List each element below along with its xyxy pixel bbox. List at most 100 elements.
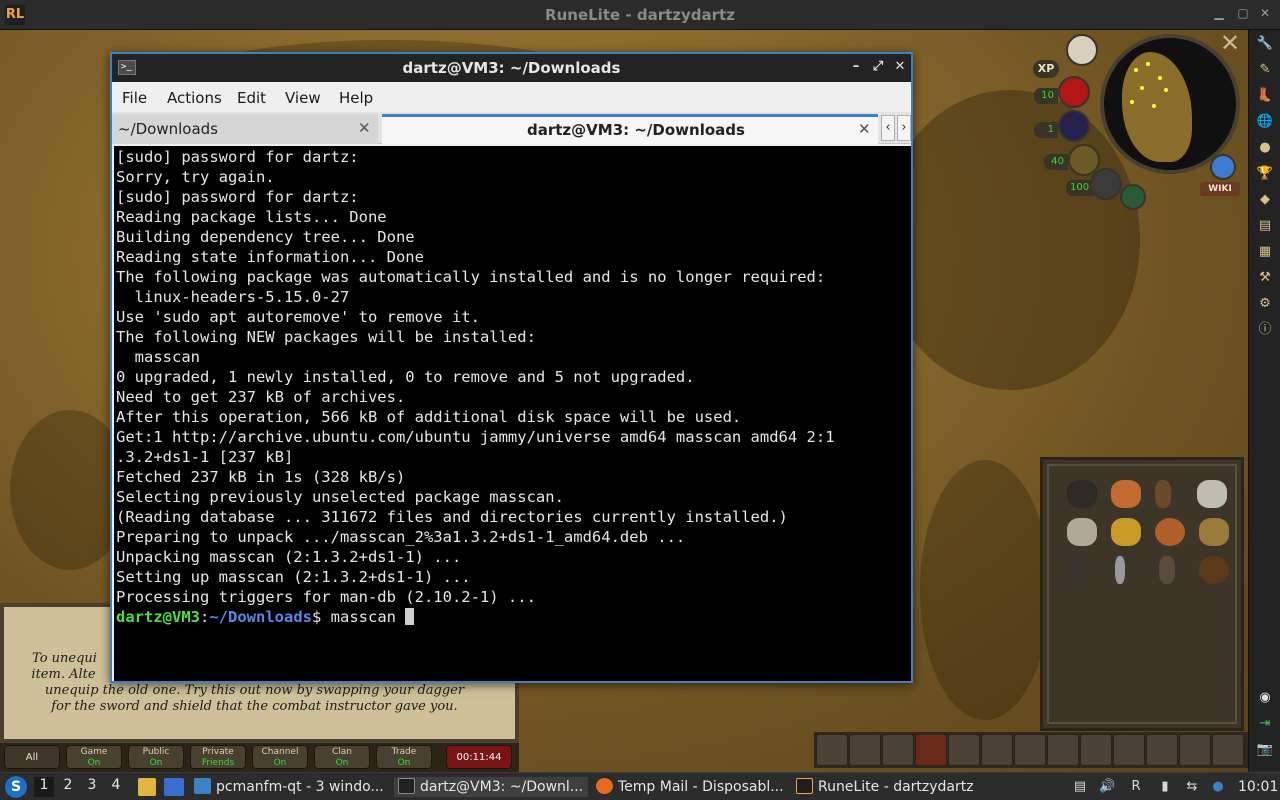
wrench-icon[interactable]: 🔧 bbox=[1255, 34, 1275, 54]
tab-scroll-left-icon[interactable]: ‹ bbox=[881, 115, 895, 141]
maximize-icon[interactable]: ▢ bbox=[1236, 6, 1250, 20]
menu-help[interactable]: Help bbox=[339, 89, 373, 107]
cookie-icon[interactable]: ● bbox=[1255, 138, 1275, 158]
clipboard-icon[interactable]: ▤ bbox=[1072, 779, 1088, 795]
workspace-4[interactable]: 4 bbox=[106, 777, 126, 797]
close-icon[interactable]: ✕ bbox=[1258, 6, 1272, 20]
discord-icon[interactable]: ◉ bbox=[1255, 688, 1275, 708]
camera-icon[interactable]: 📷 bbox=[1255, 740, 1275, 760]
tab-ignore[interactable] bbox=[1080, 734, 1112, 766]
inventory-panel bbox=[1040, 457, 1244, 731]
tab-empty[interactable] bbox=[816, 734, 848, 766]
tab-downloads[interactable]: ~/Downloads ✕ bbox=[112, 114, 378, 144]
workspace-3[interactable]: 3 bbox=[82, 777, 102, 797]
taskbar-task-firefox[interactable]: Temp Mail - Disposabl... bbox=[596, 777, 790, 797]
inventory-slot-axe[interactable] bbox=[1155, 480, 1171, 508]
close-icon[interactable]: ✕ bbox=[892, 58, 908, 76]
minimize-icon[interactable]: – bbox=[848, 58, 864, 76]
tab-scroll-right-icon[interactable]: › bbox=[897, 115, 911, 141]
inventory-slot-net[interactable] bbox=[1067, 480, 1097, 508]
tab-friends[interactable] bbox=[1047, 734, 1079, 766]
tab-emotes[interactable] bbox=[1179, 734, 1211, 766]
inventory-slot-shrimps[interactable] bbox=[1111, 480, 1141, 508]
workspace-1[interactable]: 1 bbox=[34, 777, 54, 797]
menu-file[interactable]: File bbox=[122, 89, 147, 107]
world-map-icon[interactable] bbox=[1210, 154, 1236, 180]
tab-stats[interactable] bbox=[849, 734, 881, 766]
taskbar-task-file-manager[interactable]: pcmanfm-qt - 3 windo... bbox=[194, 777, 388, 797]
taskbar-task-terminal[interactable]: dartz@VM3: ~/Downl... bbox=[394, 777, 588, 797]
hitpoints-orb[interactable] bbox=[1058, 76, 1090, 108]
chat-filter-game[interactable]: Game On bbox=[66, 745, 122, 769]
tab-close-icon[interactable]: ✕ bbox=[358, 119, 371, 137]
notes-launcher-icon[interactable] bbox=[138, 778, 156, 796]
terminal-titlebar[interactable]: >_ dartz@VM3: ~/Downloads – ⤢ ✕ bbox=[112, 54, 911, 82]
trophy-icon[interactable]: 🏆 bbox=[1255, 164, 1275, 184]
runelite-tray-icon[interactable]: R bbox=[1128, 779, 1144, 795]
info-icon[interactable]: ⓘ bbox=[1255, 320, 1275, 340]
minimap-terrain bbox=[1122, 52, 1192, 162]
chat-filter-clan[interactable]: Clan On bbox=[314, 745, 370, 769]
minimize-icon[interactable]: ▁ bbox=[1212, 6, 1226, 20]
chat-filter-private[interactable]: Private Friends bbox=[190, 745, 246, 769]
terminal-output[interactable]: [sudo] password for dartz: Sorry, try aga… bbox=[114, 146, 911, 681]
inventory-slot-hammer[interactable] bbox=[1159, 556, 1175, 584]
inventory-slot-dagger[interactable] bbox=[1115, 556, 1125, 584]
inventory-slot-tinderbox[interactable] bbox=[1197, 480, 1227, 508]
minimap-npc-dot bbox=[1164, 88, 1168, 92]
tab-equipment[interactable] bbox=[948, 734, 980, 766]
menu-edit[interactable]: Edit bbox=[237, 89, 266, 107]
minimap-npc-dot bbox=[1134, 68, 1138, 72]
start-menu-icon[interactable]: S bbox=[5, 776, 27, 798]
inventory-slot-bucket[interactable] bbox=[1199, 518, 1229, 546]
inventory-slot-shrimps-raw[interactable] bbox=[1067, 518, 1097, 546]
tab-close-icon[interactable]: ✕ bbox=[858, 120, 871, 138]
network-icon[interactable]: ⇆ bbox=[1184, 779, 1200, 795]
xp-drops-button[interactable]: XP bbox=[1033, 60, 1059, 78]
updates-icon[interactable]: ● bbox=[1210, 779, 1226, 795]
taskbar-task-runelite[interactable]: RuneLite - dartzydartz bbox=[796, 777, 996, 797]
calculator-icon[interactable]: ▦ bbox=[1255, 242, 1275, 262]
tab-quests[interactable] bbox=[882, 734, 914, 766]
tab-prayer[interactable] bbox=[981, 734, 1013, 766]
chat-filter-channel[interactable]: Channel On bbox=[252, 745, 308, 769]
wiki-button[interactable]: WIKI bbox=[1200, 182, 1240, 196]
chat-filter-all[interactable]: All bbox=[4, 745, 60, 769]
prayer-orb[interactable] bbox=[1058, 110, 1090, 142]
maximize-icon[interactable]: ⤢ bbox=[870, 58, 886, 76]
terminal-prompt[interactable]: dartz@VM3:~/Downloads$ masscan bbox=[116, 608, 415, 628]
logout-icon[interactable]: ⇥ bbox=[1255, 714, 1275, 734]
tab-dartz-downloads[interactable]: dartz@VM3: ~/Downloads ✕ bbox=[382, 114, 878, 144]
tab-settings[interactable] bbox=[1146, 734, 1178, 766]
special-attack-orb[interactable] bbox=[1090, 168, 1122, 200]
runelite-window-title: RuneLite - dartzydartz bbox=[545, 6, 735, 24]
inventory-slot-logs[interactable] bbox=[1199, 556, 1229, 584]
tab-music[interactable] bbox=[1212, 734, 1244, 766]
pencil-icon[interactable]: ✎ bbox=[1255, 60, 1275, 80]
prompt-path: ~/Downloads bbox=[209, 608, 312, 626]
close-icon[interactable]: ✕ bbox=[1216, 30, 1244, 56]
inventory-slot-pickaxe[interactable] bbox=[1067, 556, 1085, 584]
desktop-launcher-icon[interactable] bbox=[164, 778, 184, 796]
hammer-icon[interactable]: ⚒ bbox=[1255, 268, 1275, 288]
shield-icon[interactable]: ◆ bbox=[1255, 190, 1275, 210]
notes-icon[interactable]: ▤ bbox=[1255, 216, 1275, 236]
chat-filter-trade[interactable]: Trade On bbox=[376, 745, 432, 769]
tab-magic[interactable] bbox=[1014, 734, 1046, 766]
tab-inventory[interactable] bbox=[915, 734, 947, 766]
globe-icon[interactable]: 🌐 bbox=[1255, 112, 1275, 132]
notes-tray-icon[interactable]: ▮ bbox=[1157, 779, 1173, 795]
activity-adviser-icon[interactable] bbox=[1120, 184, 1146, 210]
terminal-line: [sudo] password for dartz: bbox=[116, 188, 359, 206]
boot-icon[interactable]: 👢 bbox=[1255, 86, 1275, 106]
compass-icon[interactable] bbox=[1066, 34, 1098, 66]
screwdriver-icon[interactable]: ⚙ bbox=[1255, 294, 1275, 314]
menu-view[interactable]: View bbox=[285, 89, 321, 107]
inventory-slot-bread[interactable] bbox=[1111, 518, 1141, 546]
volume-icon[interactable]: 🔊 bbox=[1099, 779, 1115, 795]
workspace-2[interactable]: 2 bbox=[58, 777, 78, 797]
chat-filter-public[interactable]: Public On bbox=[128, 745, 184, 769]
tab-account[interactable] bbox=[1113, 734, 1145, 766]
menu-actions[interactable]: Actions bbox=[167, 89, 222, 107]
inventory-slot-pot[interactable] bbox=[1155, 518, 1185, 546]
